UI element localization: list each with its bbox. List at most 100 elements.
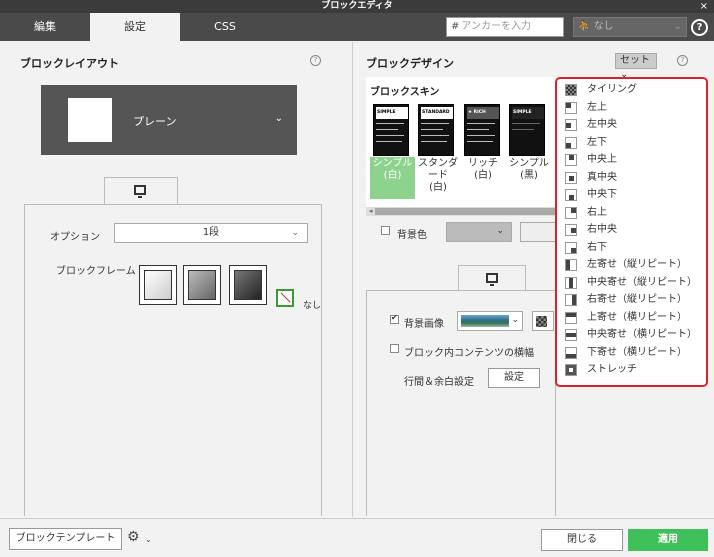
skin-label-rich-white: リッチ (白) [468, 158, 498, 181]
skin-card-line [467, 123, 495, 124]
option-value: 1段 [202, 227, 220, 238]
chevron-down-icon: ⌄ [274, 113, 283, 124]
dropdown-item-center[interactable]: 真中央 [557, 169, 706, 187]
dropdown-item-top-repeat-x[interactable]: 上寄せ（横リピート） [557, 309, 706, 327]
dropdown-item-center-repeat-y[interactable]: 中央寄せ（縦リピート） [557, 274, 706, 292]
window-title: ブロックエディタ [321, 1, 393, 11]
set-button-label: セット [620, 55, 650, 66]
chevron-down-icon[interactable]: ⌄ [145, 535, 152, 544]
bg-image-select[interactable]: ⌄ [457, 311, 523, 331]
bg-image-checkbox[interactable] [390, 313, 399, 324]
skin-label-simple-black: シンプル (黒) [509, 158, 549, 181]
skin-card-rich-white[interactable]: ★ RICH [464, 104, 500, 156]
dropdown-item-right-repeat-y[interactable]: 右寄せ（縦リピート） [557, 291, 706, 309]
dropdown-item-middle-right[interactable]: 右中央 [557, 221, 706, 239]
spacing-label: 行間＆余白設定 [404, 377, 474, 388]
skin-card-line [376, 123, 404, 124]
option-select[interactable]: 1段 ⌄ [114, 223, 308, 243]
tab-desktop-design[interactable] [458, 265, 526, 291]
center-icon [565, 171, 577, 184]
middle-repeat-x-icon [565, 329, 577, 341]
tiling-icon [536, 316, 547, 327]
scrollbar-thumb[interactable] [375, 208, 555, 215]
dropdown-item-tiling[interactable]: タイリング [557, 81, 706, 99]
bg-position-button[interactable] [532, 311, 554, 331]
spacing-settings-button[interactable]: 設定 [488, 368, 540, 388]
dropdown-item-bottom-right[interactable]: 右下 [557, 239, 706, 257]
skin-card-simple-black[interactable]: SIMPLE [509, 104, 545, 156]
frame-option-gray[interactable] [183, 265, 221, 305]
monitor-icon [486, 273, 498, 286]
right-repeat-y-icon [565, 294, 577, 306]
frame-none-label: なし [303, 301, 322, 311]
skin-card-line [512, 123, 540, 124]
dropdown-item-label: 下寄せ（横リピート） [587, 346, 687, 358]
chevron-down-icon: ⌄ [673, 21, 682, 32]
block-template-button[interactable]: ブロックテンプレート [9, 528, 122, 550]
skin-card-line [467, 135, 495, 136]
stretch-icon [565, 364, 577, 376]
skin-card-line [376, 129, 398, 130]
chevron-down-icon: ⌄ [511, 315, 519, 325]
frame-label: ブロックフレーム [56, 266, 136, 277]
dropdown-item-top-right[interactable]: 右上 [557, 204, 706, 222]
dropdown-item-label: 真中央 [587, 171, 617, 183]
bg-color-select[interactable]: ⌄ [446, 222, 512, 242]
tab-edit[interactable]: 編集 [0, 13, 90, 41]
gear-icon[interactable]: ⚙ [127, 529, 140, 545]
close-button[interactable]: 閉じる [541, 529, 623, 551]
skin-scrollbar[interactable] [366, 207, 556, 216]
block-design-title: ブロックデザイン [366, 57, 454, 70]
apply-button[interactable]: 適用 [628, 529, 708, 551]
dropdown-item-label: 左下 [587, 136, 607, 148]
dropdown-item-label: タイリング [587, 84, 637, 95]
monitor-icon [134, 185, 146, 198]
content-width-checkbox[interactable] [390, 344, 399, 353]
skin-label-simple-white: シンプル (白) [372, 158, 413, 181]
dropdown-item-bottom-left[interactable]: 左下 [557, 134, 706, 152]
help-icon[interactable]: ? [310, 55, 321, 66]
set-button[interactable]: セット ⌄ [615, 53, 657, 80]
bg-color-checkbox[interactable] [381, 226, 390, 235]
chevron-left-icon[interactable]: ◂ [369, 207, 373, 215]
dropdown-item-bottom-center[interactable]: 中央下 [557, 186, 706, 204]
dropdown-item-middle-left[interactable]: 左中央 [557, 116, 706, 134]
skin-card-standard-white[interactable]: STANDARD [418, 104, 454, 156]
skin-card-line [512, 129, 534, 130]
tab-css[interactable]: CSS [180, 13, 270, 41]
style-select[interactable]: ⛹ なし ⌄ [573, 17, 687, 37]
skin-card-line [467, 129, 489, 130]
bg-color-input[interactable] [520, 222, 556, 242]
dropdown-item-top-center[interactable]: 中央上 [557, 151, 706, 169]
frame-none-option[interactable] [276, 289, 294, 307]
skin-card-line [421, 135, 449, 136]
frame-swatch [234, 270, 262, 300]
help-icon[interactable]: ? [691, 19, 708, 36]
skin-card-head: STANDARD [421, 107, 453, 119]
dropdown-item-label: 右上 [587, 206, 607, 218]
layout-select[interactable]: プレーン ⌄ [41, 85, 297, 155]
top-right-icon [565, 206, 577, 219]
dropdown-item-label: 左寄せ（縦リピート） [587, 259, 687, 270]
frame-option-light[interactable] [139, 265, 177, 305]
help-icon[interactable]: ? [677, 55, 688, 66]
center-repeat-y-icon [565, 276, 577, 289]
dropdown-item-stretch[interactable]: ストレッチ [557, 361, 706, 379]
style-select-value: なし [593, 21, 614, 32]
frame-option-dark[interactable] [229, 265, 267, 305]
dropdown-item-top-left[interactable]: 左上 [557, 99, 706, 117]
dropdown-item-middle-repeat-x[interactable]: 中央寄せ（横リピート） [557, 326, 706, 344]
dropdown-item-bottom-repeat-x[interactable]: 下寄せ（横リピート） [557, 344, 706, 362]
tab-desktop[interactable] [104, 177, 178, 205]
chevron-down-icon: ⌄ [291, 228, 299, 238]
skin-card-line [467, 141, 493, 142]
anchor-input[interactable]: # アンカーを入力 [446, 17, 564, 37]
dropdown-item-left-repeat-y[interactable]: 左寄せ（縦リピート） [557, 256, 706, 274]
skin-card-head: SIMPLE [376, 107, 408, 119]
dropdown-item-label: 上寄せ（横リピート） [587, 311, 687, 323]
skin-card-line [376, 141, 402, 142]
bottom-center-icon [565, 189, 577, 201]
skin-card-simple-white[interactable]: SIMPLE [373, 104, 409, 156]
tab-settings[interactable]: 設定 [90, 13, 180, 41]
close-icon[interactable]: × [700, 0, 708, 13]
